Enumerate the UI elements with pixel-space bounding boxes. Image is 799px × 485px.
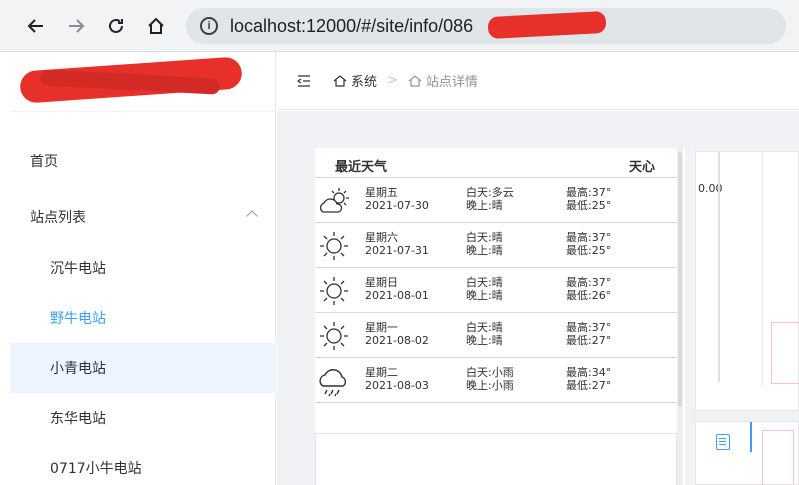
logo-area bbox=[10, 52, 275, 112]
low-temp: 最低:25° bbox=[566, 199, 612, 212]
home-icon bbox=[148, 17, 164, 34]
sidebar-item-label: 野牛电站 bbox=[50, 311, 106, 327]
forward-arrow-icon bbox=[69, 19, 85, 33]
reload-button[interactable] bbox=[102, 12, 130, 40]
home-icon bbox=[333, 74, 347, 87]
sidebar-item-label: 沉牛电站 bbox=[50, 261, 106, 277]
back-button[interactable] bbox=[22, 12, 50, 40]
weather-row: 星期日 2021-08-01 白天:晴 晚上:晴 最高:37° 最低:26° bbox=[315, 268, 677, 313]
chart-axis bbox=[718, 152, 720, 382]
sunny-icon bbox=[320, 232, 348, 260]
page-header: 系统 > 站点详情 bbox=[277, 52, 799, 110]
url-text: localhost:12000/#/site/info/086 bbox=[230, 15, 474, 36]
content-box bbox=[315, 433, 677, 485]
date: 2021-08-02 bbox=[365, 334, 429, 347]
sidebar-item-site[interactable]: 东华电站 bbox=[10, 393, 276, 443]
home-icon bbox=[408, 74, 422, 87]
weekday: 星期二 bbox=[365, 366, 398, 379]
weekday: 星期六 bbox=[365, 231, 398, 244]
rain-icon bbox=[319, 369, 347, 397]
sidebar-item-site[interactable]: 沉牛电站 bbox=[10, 243, 276, 293]
day-condition: 白天:晴 bbox=[466, 276, 503, 289]
night-condition: 晚上:晴 bbox=[466, 334, 503, 347]
sunny-icon bbox=[320, 277, 348, 305]
weather-location: 天心 bbox=[628, 160, 655, 175]
weather-row: 星期六 2021-07-31 白天:晴 晚上:晴 最高:37° 最低:25° bbox=[315, 223, 677, 268]
day-condition: 白天:小雨 bbox=[466, 366, 514, 379]
sidebar-item-label: 首页 bbox=[30, 154, 58, 170]
partly-cloudy-icon bbox=[319, 188, 349, 213]
sunny-icon bbox=[320, 322, 348, 350]
reload-icon bbox=[109, 18, 123, 33]
chart-box bbox=[762, 430, 794, 485]
sidebar-item-site-list[interactable]: 站点列表 bbox=[10, 192, 276, 242]
high-temp: 最高:34° bbox=[566, 366, 612, 379]
sidebar-item-site[interactable]: 0717小牛电站 bbox=[10, 443, 276, 485]
browser-toolbar: i localhost:12000/#/site/info/086 bbox=[0, 0, 799, 52]
back-arrow-icon bbox=[27, 19, 43, 33]
breadcrumb-label: 系统 bbox=[351, 75, 378, 90]
sidebar-item-site-active[interactable]: 野牛电站 bbox=[10, 293, 276, 343]
sidebar: 首页 站点列表 沉牛电站 野牛电站 小青电站 东华电站 0717小牛电站 bbox=[10, 52, 276, 485]
stats-panel: 0.00 bbox=[695, 151, 799, 411]
date: 2021-08-03 bbox=[365, 379, 429, 392]
weather-scrollbar[interactable] bbox=[677, 148, 683, 485]
sidebar-item-home[interactable]: 首页 bbox=[10, 136, 276, 186]
site-info-icon[interactable]: i bbox=[200, 17, 218, 35]
date: 2021-08-01 bbox=[365, 289, 429, 302]
low-temp: 最低:27° bbox=[566, 334, 612, 347]
weekday: 星期一 bbox=[365, 321, 398, 334]
date: 2021-07-31 bbox=[365, 244, 429, 257]
weather-row: 星期二 2021-08-03 白天:小雨 晚上:小雨 最高:34° 最低:27° bbox=[315, 358, 677, 403]
day-condition: 白天:晴 bbox=[466, 321, 503, 334]
weather-title: 最近天气 bbox=[335, 160, 388, 175]
high-temp: 最高:37° bbox=[566, 186, 612, 199]
main-content: 最近天气 天心 星期五 2021-07-30 白天:多云 晚上:晴 最高:37° 最低… bbox=[277, 111, 799, 485]
sidebar-item-label: 站点列表 bbox=[30, 210, 86, 226]
night-condition: 晚上:晴 bbox=[466, 244, 503, 257]
weekday: 星期日 bbox=[365, 276, 398, 289]
night-condition: 晚上:晴 bbox=[466, 199, 503, 212]
breadcrumb-separator: > bbox=[387, 73, 398, 88]
document-icon[interactable] bbox=[716, 434, 730, 450]
low-temp: 最低:27° bbox=[566, 379, 612, 392]
low-temp: 最低:25° bbox=[566, 244, 612, 257]
high-temp: 最高:37° bbox=[566, 231, 612, 244]
collapse-sidebar-icon[interactable] bbox=[297, 74, 311, 88]
chevron-up-icon bbox=[246, 210, 258, 222]
low-temp: 最低:26° bbox=[566, 289, 612, 302]
address-bar[interactable]: i localhost:12000/#/site/info/086 bbox=[186, 8, 786, 44]
weekday: 星期五 bbox=[365, 186, 398, 199]
night-condition: 晚上:晴 bbox=[466, 289, 503, 302]
document-panel bbox=[695, 421, 799, 485]
sidebar-item-site[interactable]: 小青电站 bbox=[10, 343, 276, 393]
day-condition: 白天:多云 bbox=[466, 186, 514, 199]
day-condition: 白天:晴 bbox=[466, 231, 503, 244]
home-button[interactable] bbox=[142, 12, 170, 40]
date: 2021-07-30 bbox=[365, 199, 429, 212]
breadcrumb-system[interactable]: 系统 bbox=[333, 71, 377, 90]
indicator-line bbox=[750, 422, 752, 452]
night-condition: 晚上:小雨 bbox=[466, 379, 514, 392]
weather-row: 星期一 2021-08-02 白天:晴 晚上:晴 最高:37° 最低:27° bbox=[315, 313, 677, 358]
breadcrumb-site-detail: 站点详情 bbox=[408, 71, 478, 90]
high-temp: 最高:37° bbox=[566, 321, 612, 334]
chart-box bbox=[771, 322, 799, 384]
sidebar-item-label: 东华电站 bbox=[50, 411, 106, 427]
weather-row: 星期五 2021-07-30 白天:多云 晚上:晴 最高:37° 最低:25° bbox=[315, 178, 677, 223]
sidebar-item-label: 小青电站 bbox=[50, 361, 106, 377]
high-temp: 最高:37° bbox=[566, 276, 612, 289]
forward-button[interactable] bbox=[62, 12, 90, 40]
sidebar-item-label: 0717小牛电站 bbox=[50, 461, 142, 477]
scrollbar-thumb[interactable] bbox=[678, 152, 682, 407]
breadcrumb-label: 站点详情 bbox=[425, 75, 478, 90]
weather-card: 最近天气 天心 星期五 2021-07-30 白天:多云 晚上:晴 最高:37° 最低… bbox=[315, 148, 685, 485]
weather-header: 最近天气 天心 bbox=[335, 156, 655, 175]
